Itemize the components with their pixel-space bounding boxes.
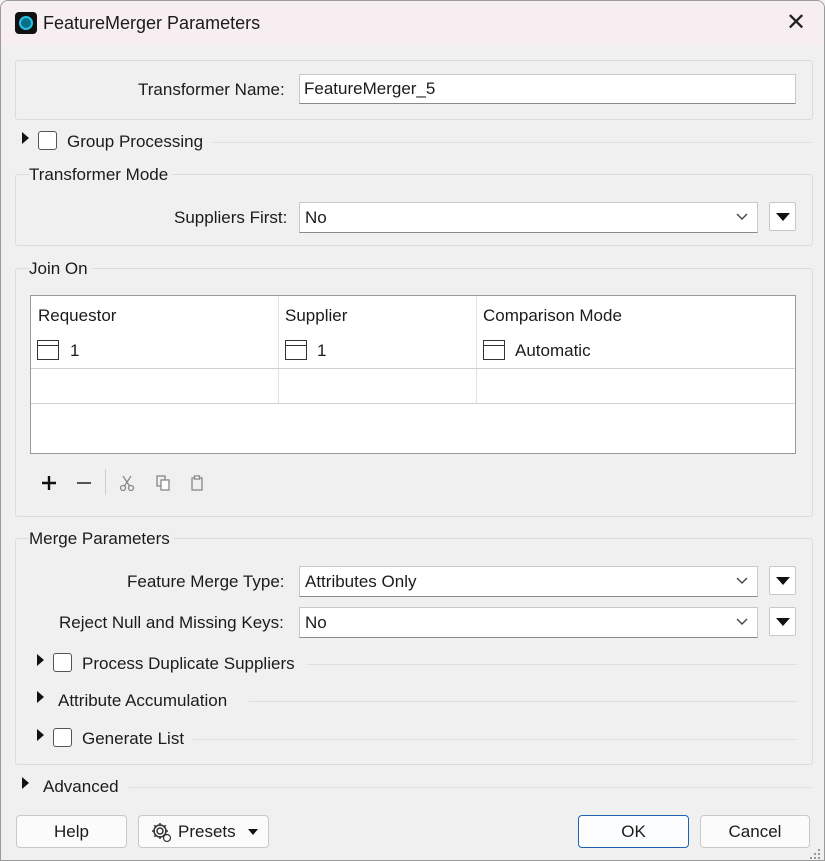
column-header-requestor[interactable]: Requestor [38, 306, 116, 326]
reject-null-label: Reject Null and Missing Keys: [59, 613, 284, 632]
cut-icon[interactable] [115, 471, 139, 495]
suppliers-first-label: Suppliers First: [174, 208, 288, 227]
feature-merge-type-menu-button[interactable] [769, 566, 796, 595]
merge-parameters-title: Merge Parameters [29, 529, 174, 549]
column-header-comparison-mode[interactable]: Comparison Mode [483, 306, 622, 326]
attribute-value-icon[interactable] [285, 340, 307, 360]
triangle-down-icon [776, 213, 790, 221]
suppliers-first-value: No [305, 208, 327, 227]
attribute-value-icon[interactable] [37, 340, 59, 360]
presets-button[interactable]: Presets [138, 815, 269, 848]
gear-icon [150, 821, 172, 843]
group-processing-label: Group Processing [67, 132, 204, 151]
row-divider [31, 368, 795, 369]
chevron-down-icon [736, 577, 748, 584]
app-icon [15, 12, 37, 34]
close-icon[interactable]: ✕ [782, 9, 810, 37]
section-divider [249, 701, 797, 702]
add-row-icon[interactable] [37, 471, 61, 495]
chevron-down-icon [736, 618, 748, 625]
column-divider [278, 296, 279, 404]
section-divider [129, 787, 811, 788]
generate-list-expand-icon[interactable] [37, 729, 44, 741]
help-button[interactable]: Help [16, 815, 127, 848]
feature-merge-type-value: Attributes Only [305, 572, 417, 591]
transformer-name-label: Transformer Name: [138, 80, 285, 99]
group-processing-divider [213, 142, 811, 143]
advanced-label[interactable]: Advanced [43, 777, 119, 797]
resize-grip-icon[interactable] [809, 845, 821, 859]
join-on-title: Join On [29, 259, 92, 279]
triangle-down-icon [776, 577, 790, 585]
mode-value-icon[interactable] [483, 340, 505, 360]
suppliers-first-select[interactable]: No [299, 202, 758, 233]
feature-merge-type-select[interactable]: Attributes Only [299, 566, 758, 597]
row-divider [31, 403, 795, 404]
dropdown-arrow-icon [248, 829, 258, 835]
ok-button[interactable]: OK [578, 815, 689, 848]
process-duplicate-suppliers-label: Process Duplicate Suppliers [82, 654, 295, 673]
remove-row-icon[interactable] [72, 471, 96, 495]
group-processing-expand-icon[interactable] [22, 132, 29, 144]
reject-null-value: No [305, 613, 327, 632]
requestor-cell[interactable]: 1 [70, 341, 79, 361]
feature-merger-dialog: FeatureMerger Parameters ✕ Transformer N… [0, 0, 825, 861]
suppliers-first-menu-button[interactable] [769, 202, 796, 231]
process-duplicate-suppliers-expand-icon[interactable] [37, 654, 44, 666]
column-divider [476, 296, 477, 404]
comparison-mode-cell[interactable]: Automatic [515, 341, 591, 361]
chevron-down-icon [736, 213, 748, 220]
join-on-table[interactable]: Requestor Supplier Comparison Mode 1 1 A… [30, 295, 796, 454]
generate-list-checkbox[interactable] [53, 728, 72, 747]
attribute-accumulation-expand-icon[interactable] [37, 691, 44, 703]
triangle-down-icon [776, 618, 790, 626]
generate-list-label: Generate List [82, 729, 185, 748]
process-duplicate-suppliers-checkbox[interactable] [53, 653, 72, 672]
group-processing-checkbox[interactable] [38, 131, 57, 150]
supplier-cell[interactable]: 1 [317, 341, 326, 361]
copy-icon[interactable] [151, 471, 175, 495]
transformer-name-input[interactable]: FeatureMerger_5 [299, 74, 796, 104]
attribute-accumulation-label[interactable]: Attribute Accumulation [58, 691, 227, 711]
column-header-supplier[interactable]: Supplier [285, 306, 347, 326]
section-divider [307, 664, 797, 665]
reject-null-menu-button[interactable] [769, 607, 796, 636]
reject-null-select[interactable]: No [299, 607, 758, 638]
cancel-button[interactable]: Cancel [700, 815, 810, 848]
paste-icon[interactable] [185, 471, 209, 495]
feature-merge-type-label: Feature Merge Type: [127, 572, 285, 591]
toolbar-separator [105, 469, 106, 495]
title-bar: FeatureMerger Parameters ✕ [1, 1, 824, 45]
section-divider [193, 739, 797, 740]
window-title: FeatureMerger Parameters [43, 13, 261, 33]
advanced-expand-icon[interactable] [22, 777, 29, 789]
presets-label: Presets [178, 822, 236, 841]
transformer-mode-title: Transformer Mode [29, 165, 173, 185]
